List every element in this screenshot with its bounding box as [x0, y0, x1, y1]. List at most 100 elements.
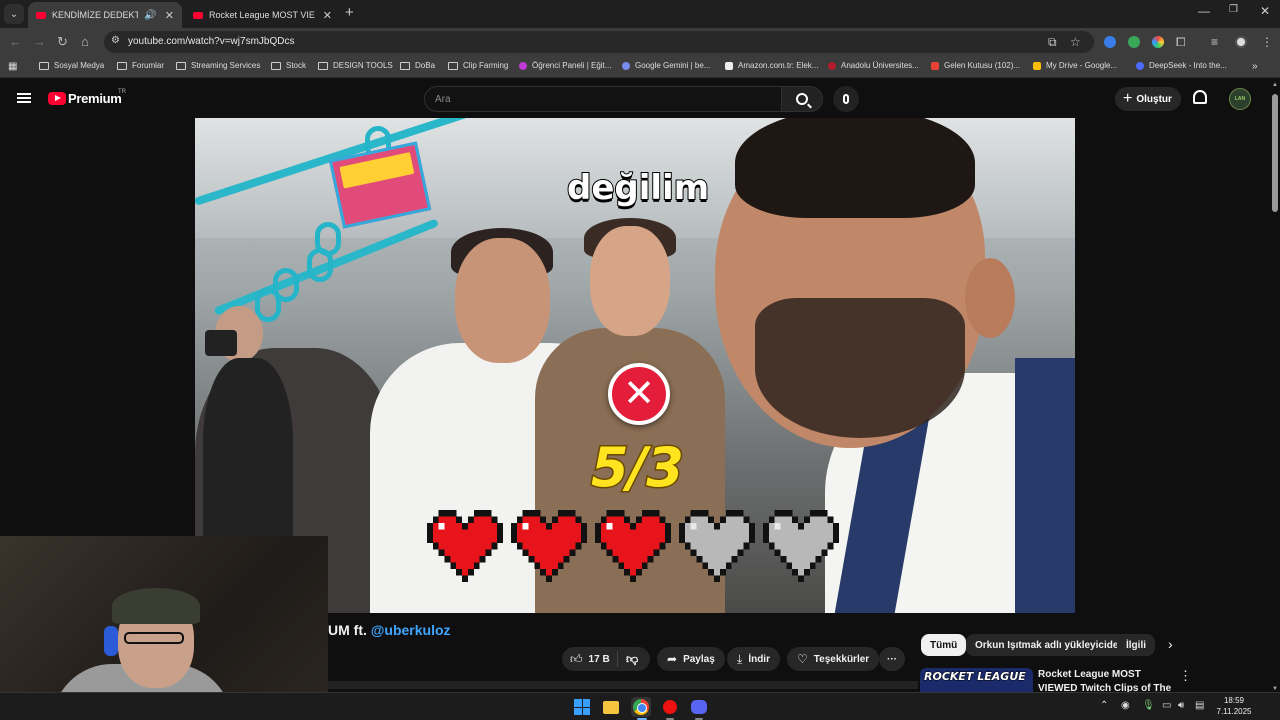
- tab-search-button[interactable]: ⌄: [4, 4, 24, 24]
- bookmark-link[interactable]: Anadolu Üniversites...: [828, 61, 919, 70]
- chip-all[interactable]: Tümü: [921, 634, 967, 656]
- bookmark-link[interactable]: Gelen Kutusu (102)...: [931, 61, 1020, 70]
- chip-from-uploader[interactable]: Orkun Işıtmak adlı yükleyiciden: [966, 634, 1134, 656]
- person-ear: [965, 258, 1015, 338]
- new-tab-button[interactable]: +: [345, 4, 354, 21]
- start-button[interactable]: [572, 697, 592, 717]
- microphone-tray-icon[interactable]: 🎙︎: [1142, 700, 1155, 711]
- display-tray-icon[interactable]: ▭: [1162, 700, 1171, 711]
- apps-grid-icon[interactable]: ▦: [8, 61, 17, 72]
- channel-mention-link[interactable]: @uberkuloz: [371, 622, 451, 638]
- video-title-text: UM ft.: [328, 622, 371, 638]
- create-label: Oluştur: [1136, 93, 1172, 105]
- share-button[interactable]: ➦ Paylaş: [657, 647, 725, 671]
- extension-icon[interactable]: [1104, 36, 1116, 48]
- install-app-icon[interactable]: ⧉: [1048, 35, 1057, 50]
- person-beard: [755, 298, 965, 438]
- bookmark-folder[interactable]: Sosyal Medya: [39, 61, 104, 70]
- bookmark-link[interactable]: Google Gemini | be...: [622, 61, 710, 70]
- tab-title: KENDİMİZE DEDEKTİF TUTT: [52, 10, 139, 20]
- extension-icon[interactable]: [1128, 36, 1140, 48]
- menu-hamburger-icon[interactable]: [17, 93, 31, 103]
- close-tab-icon[interactable]: ✕: [165, 9, 174, 22]
- dislike-button[interactable]: 👎︎: [618, 652, 638, 667]
- like-button[interactable]: 👍︎ 17 B: [562, 651, 618, 667]
- browser-tab-strip: ⌄ KENDİMİZE DEDEKTİF TUTT 🔊 ✕ Rocket Lea…: [0, 0, 1280, 28]
- scrollbar-thumb[interactable]: [1272, 94, 1278, 212]
- download-icon: ⤓: [737, 651, 743, 666]
- youtube-logo-icon[interactable]: [48, 92, 66, 105]
- close-tab-icon[interactable]: ✕: [323, 9, 332, 22]
- bookmark-folder[interactable]: DESIGN TOOLS: [318, 61, 393, 70]
- tab-rocket-league[interactable]: Rocket League MOST VIEWED ✕: [185, 2, 340, 28]
- more-actions-button[interactable]: ···: [879, 647, 905, 671]
- bookmark-link[interactable]: Amazon.com.tr: Elek...: [725, 61, 818, 70]
- kebab-menu-icon[interactable]: ⋮: [1261, 35, 1273, 49]
- scroll-up-icon[interactable]: ▲: [1272, 82, 1278, 88]
- profile-avatar-icon[interactable]: [1235, 36, 1247, 48]
- youtube-premium-logo-text[interactable]: Premium: [68, 91, 122, 106]
- forward-icon[interactable]: →: [33, 34, 46, 49]
- volume-icon[interactable]: 🔊︎: [1178, 700, 1184, 711]
- bookmark-folder[interactable]: Streaming Services: [176, 61, 260, 70]
- reading-list-icon[interactable]: ≡: [1211, 35, 1218, 49]
- bookmark-folder[interactable]: Forumlar: [117, 61, 164, 70]
- thanks-button[interactable]: ♡ Teşekkürler: [787, 647, 880, 671]
- bookmark-folder[interactable]: Clip Farming: [448, 61, 508, 70]
- chevron-right-icon[interactable]: ›: [1168, 636, 1173, 652]
- chip-related[interactable]: İlgili: [1117, 634, 1155, 656]
- clock-time: 18:59: [1223, 696, 1245, 705]
- discord-tray-icon[interactable]: ◉: [1121, 700, 1130, 711]
- show-hidden-icons-chevron-icon[interactable]: ⌃: [1100, 700, 1108, 711]
- speaker-icon[interactable]: 🔊: [144, 10, 156, 21]
- extension-icon[interactable]: [1152, 36, 1164, 48]
- strap-handle: [315, 222, 341, 256]
- recommendation-menu-icon[interactable]: ⋮: [1179, 668, 1192, 684]
- heart-empty-icon: [763, 510, 839, 582]
- more-bookmarks-icon[interactable]: »: [1252, 61, 1258, 72]
- system-clock[interactable]: 18:59 7.11.2025: [1214, 695, 1254, 717]
- reload-icon[interactable]: ↻: [57, 34, 68, 50]
- thanks-label: Teşekkürler: [813, 653, 870, 665]
- bookmark-link[interactable]: My Drive - Google...: [1033, 61, 1117, 70]
- bookmark-link[interactable]: Öğrenci Paneli | Eğit...: [519, 61, 611, 70]
- recommendation-thumbnail[interactable]: ROCKET LEAGUE: [920, 668, 1033, 692]
- close-window-button[interactable]: ✕: [1260, 4, 1270, 18]
- download-button[interactable]: ⤓ İndir: [727, 647, 780, 671]
- bookmark-label: My Drive - Google...: [1046, 61, 1118, 70]
- bookmark-folder[interactable]: DoBa: [400, 61, 435, 70]
- discord-button[interactable]: [689, 697, 709, 717]
- bookmark-folder[interactable]: Stock: [271, 61, 306, 70]
- folder-icon: [271, 61, 281, 70]
- tab-kendimize[interactable]: KENDİMİZE DEDEKTİF TUTT 🔊 ✕: [28, 2, 182, 28]
- lives-hearts: [427, 510, 839, 582]
- chrome-icon: [633, 699, 649, 715]
- bookmark-label: Sosyal Medya: [54, 61, 105, 70]
- bookmark-star-icon[interactable]: ☆: [1070, 35, 1081, 49]
- create-button[interactable]: + Oluştur: [1115, 87, 1181, 111]
- page-scrollbar[interactable]: ▲ ▼: [1270, 80, 1280, 692]
- heart-empty-icon: [679, 510, 755, 582]
- search-button[interactable]: [781, 86, 823, 112]
- person-hair: [735, 118, 975, 218]
- bookmark-link[interactable]: DeepSeek - Into the...: [1136, 61, 1227, 70]
- extensions-puzzle-icon[interactable]: ⧠: [1176, 35, 1186, 50]
- recommendation-title[interactable]: Rocket League MOST VIEWED Twitch Clips o…: [1038, 668, 1173, 692]
- restore-button[interactable]: ❐: [1229, 4, 1238, 15]
- home-icon[interactable]: ⌂: [81, 34, 89, 49]
- voice-search-button[interactable]: [833, 86, 859, 112]
- site-info-icon[interactable]: ⚙: [111, 35, 120, 46]
- back-icon[interactable]: ←: [9, 34, 22, 49]
- notifications-bell-icon[interactable]: [1193, 90, 1207, 104]
- file-explorer-button[interactable]: [601, 697, 621, 717]
- channel-avatar[interactable]: LAN: [1229, 88, 1251, 110]
- address-bar[interactable]: ⚙ youtube.com/watch?v=wj7smJbQDcs: [104, 31, 1094, 53]
- network-icon[interactable]: ▤: [1195, 700, 1204, 711]
- search-input[interactable]: Ara: [424, 86, 782, 112]
- chrome-taskbar-button[interactable]: [631, 697, 651, 717]
- share-label: Paylaş: [683, 653, 715, 665]
- minimize-button[interactable]: —: [1198, 4, 1210, 18]
- windows-logo-icon: [574, 699, 590, 715]
- youtube-app-button[interactable]: [660, 697, 680, 717]
- like-dislike-group: 👍︎ 17 B 👎︎: [562, 647, 650, 671]
